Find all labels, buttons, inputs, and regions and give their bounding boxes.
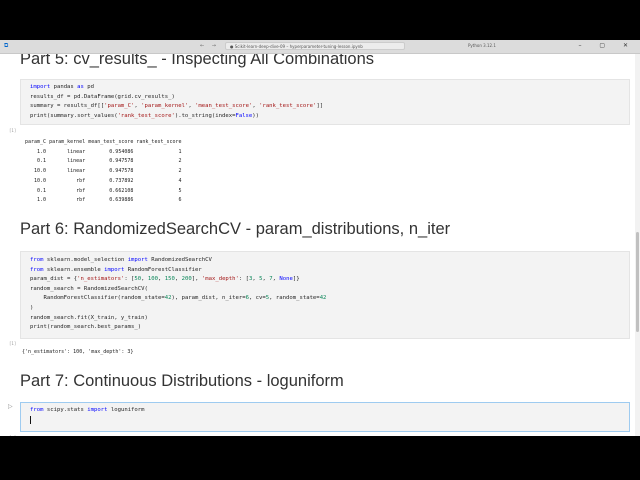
text-cursor <box>30 415 31 424</box>
notebook-editor: Part 5: cv_results_ - Inspecting All Com… <box>0 54 640 436</box>
code-cell-part6[interactable]: from sklearn.model_selection import Rand… <box>20 251 630 339</box>
vscode-logo-icon: ⧉ <box>4 42 9 49</box>
table-header: param_C param_kernel mean_test_score ran… <box>25 139 182 145</box>
code-source[interactable]: import pandas as pd results_df = pd.Data… <box>30 83 323 121</box>
table-row: 1.0 rbf 0.639886 6 <box>25 197 182 204</box>
cell-output-text: {'n_estimators': 100, 'max_depth': 3} <box>22 349 134 355</box>
run-cell-icon[interactable]: ▷ <box>8 403 13 410</box>
title-bar: ⧉ ← → ● Scikit-learn-deep-dive-09 – hype… <box>0 40 640 54</box>
screen-bottom-letterbox <box>0 436 640 480</box>
table-row: 0.1 linear 0.947578 2 <box>25 158 182 165</box>
table-row: 1.0 linear 0.954086 1 <box>25 148 182 155</box>
screen-top-letterbox <box>0 0 640 40</box>
command-center-search[interactable]: ● Scikit-learn-deep-dive-09 – hyperparam… <box>225 42 405 50</box>
table-row: 10.0 linear 0.947578 2 <box>25 168 182 175</box>
cell-output-table: param_C param_kernel mean_test_score ran… <box>25 138 182 206</box>
code-cell-part7[interactable]: from scipy.stats import loguniform <box>20 402 630 432</box>
code-cell-part5[interactable]: import pandas as pd results_df = pd.Data… <box>20 79 630 125</box>
section-heading-part6: Part 6: RandomizedSearchCV - param_distr… <box>20 220 451 238</box>
nav-arrows[interactable]: ← → <box>200 43 219 49</box>
table-row: 10.0 rbf 0.737892 4 <box>25 177 182 184</box>
window-controls[interactable]: – ▢ ✕ <box>578 42 636 49</box>
code-source[interactable]: from sklearn.model_selection import Rand… <box>30 256 326 333</box>
exec-count-part6: [1] <box>9 341 17 346</box>
scrollbar-thumb[interactable] <box>636 232 639 332</box>
section-heading-part7: Part 7: Continuous Distributions - logun… <box>20 372 344 390</box>
kernel-indicator[interactable]: Python 3.12.1 <box>468 43 496 48</box>
code-source[interactable]: from scipy.stats import loguniform <box>30 406 145 426</box>
exec-count-part5: [1] <box>9 128 17 133</box>
section-heading-part5: Part 5: cv_results_ - Inspecting All Com… <box>20 54 375 68</box>
table-row: 0.1 rbf 0.662108 5 <box>25 187 182 194</box>
vertical-scrollbar[interactable] <box>635 54 640 436</box>
